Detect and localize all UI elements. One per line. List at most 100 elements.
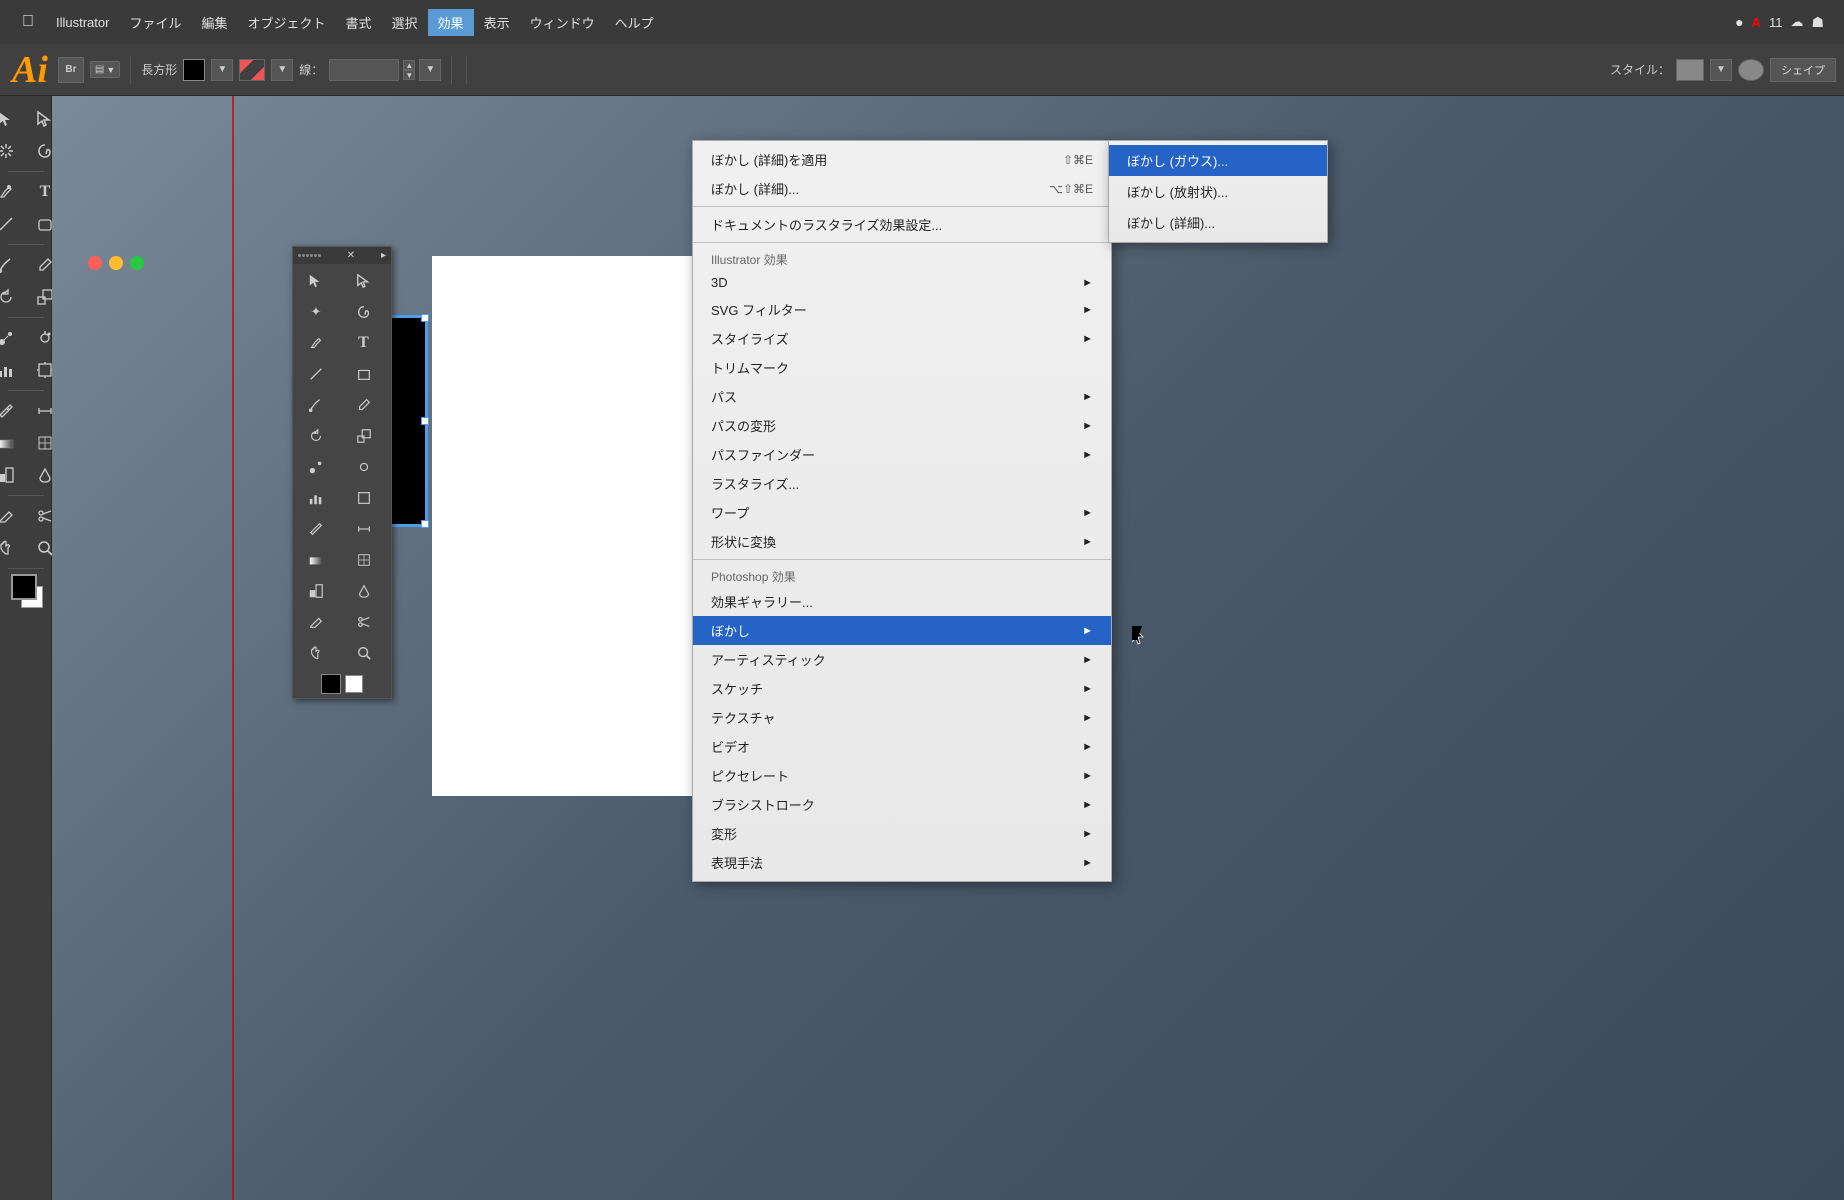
fp-live[interactable] [295,576,337,606]
fp-rotate[interactable] [295,421,337,451]
fp-rect[interactable] [343,359,385,389]
menu-stylize[interactable]: スタイライズ ► [693,324,1111,353]
menubar-select[interactable]: 選択 [382,9,428,36]
menu-blur[interactable]: ぼかし ► [693,616,1111,645]
menu-apply-blur-detail[interactable]: ぼかし (詳細)を適用 ⇧⌘E [693,145,1111,174]
stroke-stepper[interactable]: ▲ ▼ [403,60,415,80]
menu-effect-gallery[interactable]: 効果ギャラリー... [693,587,1111,616]
fp-eyedropper[interactable] [295,514,337,544]
menu-rasterize[interactable]: ラスタライズ... [693,469,1111,498]
fp-pen[interactable] [295,328,337,358]
fp-measure[interactable] [343,514,385,544]
apple-menu[interactable]:  [10,9,46,35]
fp-mesh2[interactable] [343,545,385,575]
line-tool[interactable] [0,209,25,239]
fp-selection[interactable] [295,266,337,296]
menu-trim-marks[interactable]: トリムマーク [693,353,1111,382]
fp-fg-color[interactable] [321,674,341,694]
float-panel-header[interactable]: ✕ ▸ [293,247,391,264]
menu-path-distort[interactable]: パスの変形 ► [693,411,1111,440]
shape-button[interactable]: シェイプ [1770,58,1836,82]
rotate-tool[interactable] [0,282,25,312]
menubar-object[interactable]: オブジェクト [238,9,336,36]
submenu-smart-blur[interactable]: ぼかし (詳細)... [1109,207,1327,238]
menu-artistic[interactable]: アーティスティック ► [693,645,1111,674]
fp-type[interactable]: T [343,328,385,358]
menu-brush-stroke[interactable]: ブラシストローク ► [693,790,1111,819]
menu-pathfinder[interactable]: パスファインダー ► [693,440,1111,469]
fp-lasso[interactable] [343,297,385,327]
menubar-effect[interactable]: 効果 [428,9,474,36]
graph-tool[interactable] [0,355,25,385]
fp-bg-color[interactable] [345,675,363,693]
menu-path[interactable]: パス ► [693,382,1111,411]
pen-tool[interactable] [0,177,25,207]
opacity-btn[interactable] [1738,59,1764,81]
submenu-gaussian-blur[interactable]: ぼかし (ガウス)... [1109,145,1327,176]
menubar-type[interactable]: 書式 [336,9,382,36]
submenu-radial-blur[interactable]: ぼかし (放射状)... [1109,176,1327,207]
menu-svg-filter[interactable]: SVG フィルター ► [693,295,1111,324]
menu-warp[interactable]: ワープ ► [693,498,1111,527]
foreground-color[interactable] [11,574,37,600]
menu-3d[interactable]: 3D ► [693,270,1111,295]
fp-graph[interactable] [295,483,337,513]
fp-scale[interactable] [343,421,385,451]
menubar-window[interactable]: ウィンドウ [520,9,605,36]
view-options-btn[interactable]: ▤ ▼ [90,61,120,78]
menubar-file[interactable]: ファイル [119,9,191,36]
live-paint-tool[interactable] [0,460,25,490]
window-close-btn[interactable] [88,256,102,270]
window-minimize-btn[interactable] [109,256,123,270]
handle-bottom-right[interactable] [421,520,429,528]
fp-scissors2[interactable] [343,607,385,637]
fp-blend[interactable] [295,452,337,482]
fp-hand2[interactable] [295,638,337,668]
menu-convert-shape[interactable]: 形状に変換 ► [693,527,1111,556]
eyedropper-tool[interactable] [0,396,25,426]
menu-sketch[interactable]: スケッチ ► [693,674,1111,703]
hand-tool[interactable] [0,533,25,563]
style-dropdown[interactable]: ▼ [1710,59,1732,81]
gradient-tool[interactable] [0,428,25,458]
menubar-view[interactable]: 表示 [474,9,520,36]
stroke-value-input[interactable] [329,59,399,81]
fp-eraser2[interactable] [295,607,337,637]
fp-gradient2[interactable] [295,545,337,575]
handle-top-right[interactable] [421,314,429,322]
fp-liveb[interactable] [343,576,385,606]
fp-direct-selection[interactable] [343,266,385,296]
magic-wand-tool[interactable] [0,136,25,166]
fp-magic-wand[interactable]: ✦ [295,297,337,327]
fp-zoom2[interactable] [343,638,385,668]
fp-pencil[interactable] [343,390,385,420]
fill-swatch[interactable] [183,59,205,81]
stroke-dropdown[interactable]: ▼ [419,59,441,81]
menu-rasterize-settings[interactable]: ドキュメントのラスタライズ効果設定... [693,210,1111,239]
menu-distort[interactable]: 変形 ► [693,819,1111,848]
fp-symbol[interactable] [343,452,385,482]
bridge-btn[interactable]: Br [58,57,84,83]
menu-blur-detail[interactable]: ぼかし (詳細)... ⌥⇧⌘E [693,174,1111,203]
menubar-illustrator[interactable]: Illustrator [46,11,119,34]
menubar-edit[interactable]: 編集 [191,9,237,36]
menu-texture[interactable]: テクスチャ ► [693,703,1111,732]
menu-video[interactable]: ビデオ ► [693,732,1111,761]
fp-brush[interactable] [295,390,337,420]
paintbrush-tool[interactable] [0,250,25,280]
handle-mid-right[interactable] [421,417,429,425]
eraser-tool[interactable] [0,501,25,531]
menu-stylize2[interactable]: 表現手法 ► [693,848,1111,877]
menubar-help[interactable]: ヘルプ [605,9,664,36]
fp-artboard[interactable] [343,483,385,513]
stroke-options[interactable]: ▼ [271,59,293,81]
panel-close-btn[interactable]: ✕ [347,250,355,261]
window-maximize-btn[interactable] [130,256,144,270]
fill-options[interactable]: ▼ [211,59,233,81]
panel-collapse-btn[interactable]: ▸ [381,250,386,261]
fp-line[interactable] [295,359,337,389]
menu-pixelate[interactable]: ピクセレート ► [693,761,1111,790]
style-swatch[interactable] [1676,59,1704,81]
selection-tool[interactable] [0,104,25,134]
blend-tool[interactable] [0,323,25,353]
